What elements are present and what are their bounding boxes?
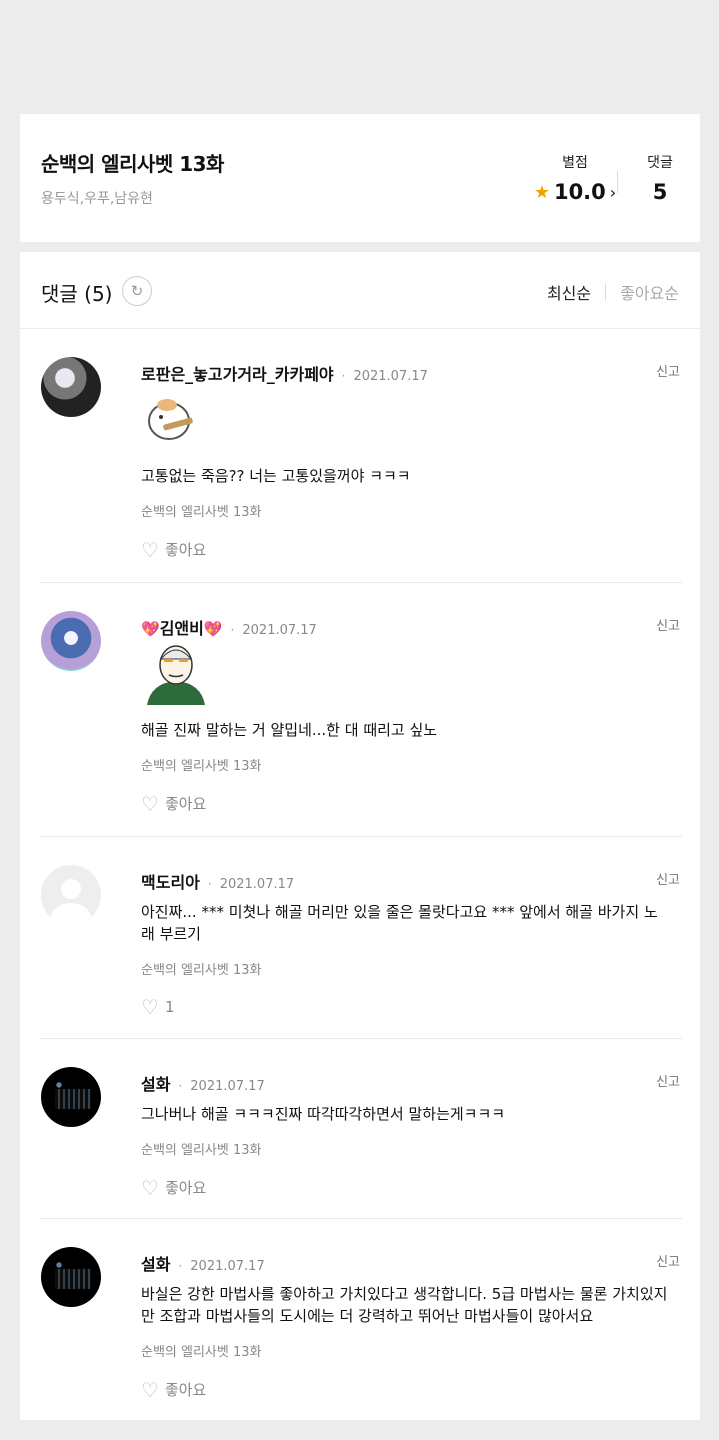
sort-options: 최신순 좋아요순 bbox=[547, 280, 679, 304]
comment-author[interactable]: 맥도리아 bbox=[141, 869, 200, 893]
heart-icon: ♡ bbox=[141, 1175, 159, 1200]
star-icon: ★ bbox=[533, 181, 550, 203]
stat-divider bbox=[617, 171, 618, 193]
comment-text: 그나버나 해골 ㅋㅋㅋ진짜 따각따각하면서 말하는게ㅋㅋㅋ bbox=[141, 1105, 506, 1123]
avatar[interactable] bbox=[41, 357, 101, 417]
separator-dot: · bbox=[230, 623, 235, 637]
heart-gem-icon: 💖 bbox=[203, 620, 223, 638]
like-label: 좋아요 bbox=[164, 795, 207, 813]
comment-text: 바실은 강한 마법사를 좋아하고 가치있다고 생각합니다. 5급 마법사는 물론… bbox=[141, 1285, 668, 1325]
heart-icon: ♡ bbox=[141, 791, 159, 816]
comment-text: 아진짜... *** 미쳣나 해골 머리만 있을 줄은 몰랏다고요 *** 앞에… bbox=[141, 903, 658, 943]
like-button[interactable]: ♡ 좋아요 bbox=[141, 1379, 206, 1400]
sort-likes-button[interactable]: 좋아요순 bbox=[620, 280, 679, 304]
comments-label: 댓글 bbox=[647, 155, 673, 171]
like-label: 좋아요 bbox=[164, 1179, 207, 1197]
avatar[interactable] bbox=[41, 1247, 101, 1307]
like-button[interactable]: ♡ 좋아요 bbox=[141, 793, 206, 814]
comment-item: 로판은_놓고가거라_카카페야 · 2021.07.17 신고 고통없는 죽음??… bbox=[39, 329, 682, 583]
rating-label: 별점 bbox=[562, 155, 588, 171]
comment-date: 2021.07.17 bbox=[242, 623, 317, 638]
report-button[interactable]: 신고 bbox=[656, 615, 680, 634]
rating-value: 10.0 bbox=[553, 180, 606, 204]
comment-source: 순백의 엘리사벳 13화 bbox=[141, 759, 262, 774]
heart-gem-icon: 💖 bbox=[141, 620, 160, 638]
report-button[interactable]: 신고 bbox=[656, 869, 680, 888]
comment-author[interactable]: 설화 bbox=[141, 1071, 170, 1095]
chevron-right-icon: › bbox=[609, 182, 617, 202]
comment-text: 해골 진짜 말하는 거 얄밉네...한 대 때리고 싶노 bbox=[141, 721, 438, 739]
comment-item: 💖 김앤비 💖 · 2021.07.17 신고 해골 진짜 말하는 거 얄밉네.… bbox=[39, 583, 682, 837]
report-button[interactable]: 신고 bbox=[656, 361, 680, 380]
comments-panel: 댓글 (5) ↻ 최신순 좋아요순 로판은_놓고가거라_카카페야 · 2021.… bbox=[20, 252, 700, 1420]
report-button[interactable]: 신고 bbox=[656, 1071, 680, 1090]
avatar[interactable] bbox=[41, 611, 101, 671]
report-button[interactable]: 신고 bbox=[656, 1251, 680, 1270]
sticker-image bbox=[148, 399, 193, 440]
rating-stat[interactable]: 별점 ★ 10.0 › bbox=[534, 152, 616, 204]
like-button[interactable]: ♡ 좋아요 bbox=[141, 1177, 206, 1198]
sort-latest-button[interactable]: 최신순 bbox=[547, 280, 591, 304]
separator-dot: · bbox=[341, 369, 346, 383]
comment-source: 순백의 엘리사벳 13화 bbox=[141, 1143, 262, 1158]
sticker-image bbox=[147, 645, 205, 705]
comment-source: 순백의 엘리사벳 13화 bbox=[141, 1345, 262, 1360]
comment-date: 2021.07.17 bbox=[219, 877, 295, 892]
refresh-icon[interactable]: ↻ bbox=[122, 276, 152, 306]
comment-text: 고통없는 죽음?? 너는 고통있을꺼야 ㅋㅋㅋ bbox=[141, 467, 411, 485]
heart-icon: ♡ bbox=[141, 537, 159, 562]
episode-header: 순백의 엘리사벳 13화 용두식,우푸,남유현 별점 ★ 10.0 › 댓글 5 bbox=[20, 114, 700, 242]
like-label: 좋아요 bbox=[164, 541, 207, 559]
like-label: 좋아요 bbox=[164, 1381, 207, 1399]
comment-item: 설화 · 2021.07.17 신고 그나버나 해골 ㅋㅋㅋ진짜 따각따각하면서… bbox=[39, 1039, 682, 1219]
comment-source: 순백의 엘리사벳 13화 bbox=[141, 505, 262, 520]
default-avatar-icon[interactable] bbox=[41, 865, 101, 925]
like-count: 1 bbox=[164, 998, 175, 1016]
comments-stat: 댓글 5 bbox=[632, 152, 688, 204]
comments-title: 댓글 (5) bbox=[41, 282, 113, 306]
episode-title: 순백의 엘리사벳 13화 bbox=[41, 152, 224, 176]
comment-author[interactable]: 설화 bbox=[141, 1251, 170, 1275]
separator-dot: · bbox=[178, 1259, 183, 1273]
sort-divider bbox=[605, 283, 607, 301]
comment-item: 맥도리아 · 2021.07.17 신고 아진짜... *** 미쳣나 해골 머… bbox=[39, 837, 682, 1039]
comment-source: 순백의 엘리사벳 13화 bbox=[141, 963, 262, 978]
heart-icon: ♡ bbox=[141, 1377, 159, 1402]
heart-icon: ♡ bbox=[141, 995, 159, 1019]
episode-authors: 용두식,우푸,남유현 bbox=[41, 191, 153, 207]
comment-author[interactable]: 김앤비 bbox=[160, 615, 204, 639]
separator-dot: · bbox=[178, 1079, 183, 1093]
comment-date: 2021.07.17 bbox=[190, 1079, 265, 1094]
separator-dot: · bbox=[207, 877, 212, 891]
comment-date: 2021.07.17 bbox=[190, 1259, 265, 1274]
comment-item: 설화 · 2021.07.17 신고 바실은 강한 마법사를 좋아하고 가치있다… bbox=[39, 1219, 682, 1419]
avatar[interactable] bbox=[41, 1067, 101, 1127]
comments-header: 댓글 (5) ↻ 최신순 좋아요순 bbox=[20, 252, 700, 329]
like-button[interactable]: ♡ 좋아요 bbox=[141, 539, 206, 560]
like-button[interactable]: ♡ 1 bbox=[141, 997, 174, 1017]
comment-author[interactable]: 로판은_놓고가거라_카카페야 bbox=[141, 361, 334, 385]
comment-date: 2021.07.17 bbox=[353, 369, 428, 384]
comments-count: 5 bbox=[652, 180, 668, 204]
